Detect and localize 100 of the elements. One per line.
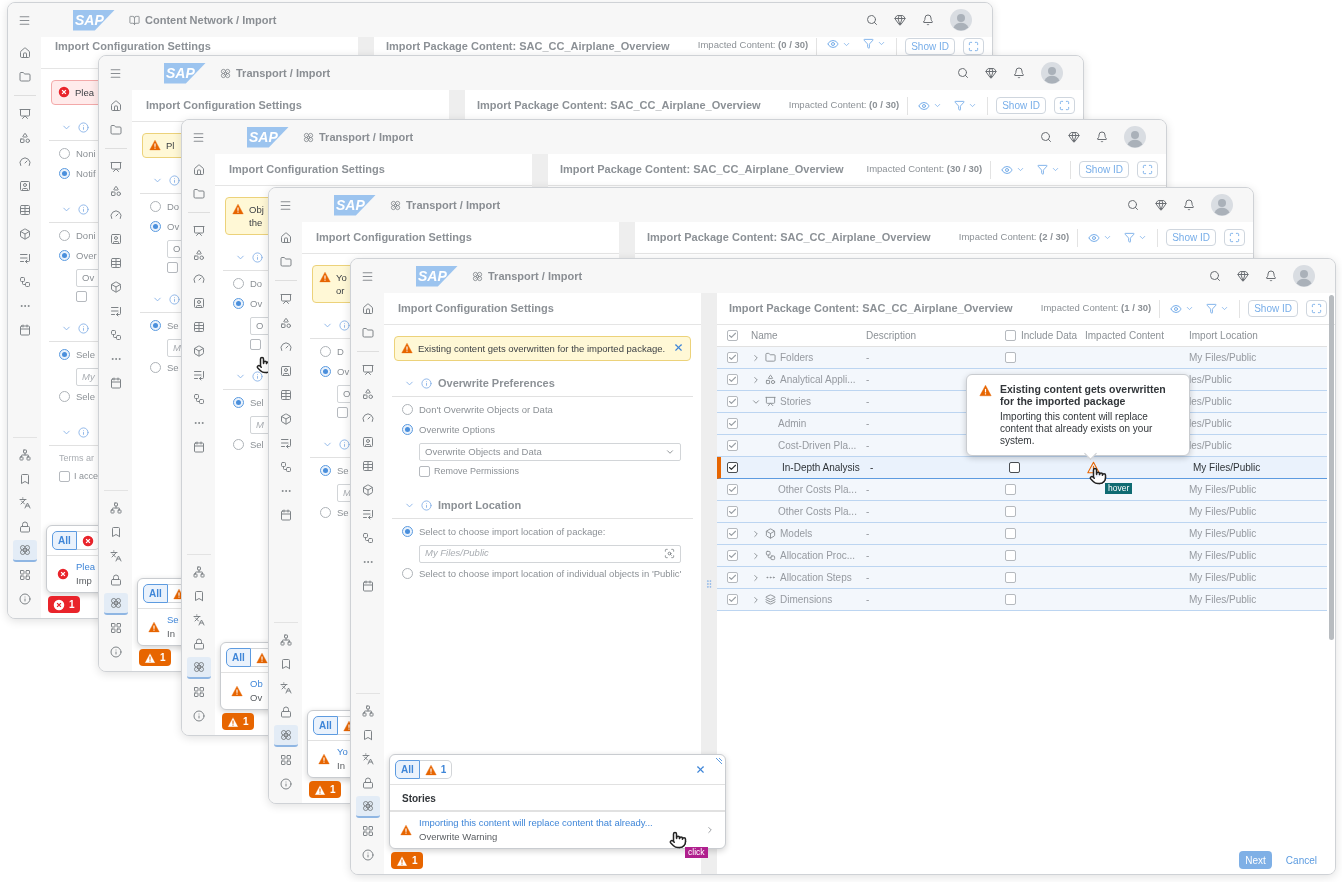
show-id-button[interactable]: Show ID [996, 97, 1046, 114]
name-cell-text: Dimensions [780, 593, 833, 607]
badge-count: 1 [160, 651, 166, 665]
radio-option[interactable]: Select to choose import location of individual objects in 'Public' [402, 566, 682, 583]
table-row[interactable]: Dimensions - My Files/Public [717, 589, 1327, 611]
filter-type-button[interactable]: 1 [419, 760, 453, 779]
description-cell-text: - [866, 417, 871, 431]
breadcrumb[interactable]: Transport / Import [488, 267, 583, 285]
column-header[interactable]: Description [866, 328, 999, 343]
location-cell-text: les/Public [1189, 373, 1233, 387]
panel-title: Import Package Content: SAC_CC_Airplane_Overview [729, 301, 1013, 317]
radio-option[interactable]: Do [150, 200, 180, 216]
description-cell-text: - [870, 461, 875, 475]
name-cell-text: Other Costs Pla... [778, 483, 857, 497]
column-header[interactable]: Include Data [1021, 328, 1078, 343]
panel-title: Import Package Content: SAC_CC_Airplane_Overview [386, 39, 670, 54]
message-count-badge[interactable]: 1 [391, 852, 423, 869]
checkbox-option[interactable]: I acce [59, 469, 98, 483]
checkbox-option[interactable]: Remove Permissions [419, 465, 520, 479]
message-title[interactable]: Plea [76, 560, 95, 574]
radio-option[interactable]: Select to choose import location of package: [402, 524, 606, 541]
show-id-button[interactable]: Show ID [1248, 300, 1298, 317]
radio-option[interactable]: Se [150, 361, 179, 377]
select-field[interactable]: Overwrite Objects and Data [419, 443, 681, 461]
table-row[interactable]: Folders - My Files/Public [717, 347, 1327, 369]
message-title[interactable]: Yo [337, 745, 348, 759]
table-row[interactable]: Allocation Proc... - My Files/Public [717, 545, 1327, 567]
impacted-count: Impacted Content: (0 / 30) [788, 98, 900, 113]
radio-option[interactable]: Se [150, 319, 179, 335]
message-title[interactable]: Ob [250, 677, 263, 691]
table-row[interactable]: Allocation Steps - My Files/Public [717, 567, 1327, 589]
cancel-button[interactable]: Cancel [1279, 851, 1323, 869]
radio-option[interactable]: Do [233, 277, 263, 293]
message-count-badge[interactable]: 1 [48, 596, 80, 613]
radio-option[interactable]: Sel [233, 438, 264, 454]
radio-option[interactable]: Se [320, 464, 349, 480]
impacted-count: Impacted Content: (2 / 30) [958, 230, 1070, 245]
section-title: Overwrite Preferences [438, 376, 555, 392]
message-text: or [336, 284, 345, 297]
description-cell-text: - [866, 505, 871, 519]
location-cell-text: les/Public [1189, 439, 1233, 453]
panel-title: Import Configuration Settings [398, 301, 554, 317]
message-count-badge[interactable]: 1 [309, 781, 341, 798]
location-cell-text: My Files/Public [1189, 483, 1258, 497]
name-cell-text: Stories [780, 395, 812, 409]
column-header[interactable]: Import Location [1189, 328, 1327, 343]
column-header[interactable]: Impacted Content [1081, 328, 1189, 343]
impacted-count: Impacted Content: (1 / 30) [1040, 301, 1152, 316]
filter-all-button[interactable]: All [395, 760, 420, 779]
breadcrumb[interactable]: Transport / Import [236, 64, 331, 82]
table-row[interactable]: In-Depth Analysis - My Files/Public [717, 457, 1327, 479]
location-field[interactable]: My Files/Public [419, 544, 681, 563]
message-subtitle: Ov [250, 691, 263, 705]
name-cell-text: Models [780, 527, 813, 541]
radio-option[interactable]: Over [59, 249, 97, 265]
message-title[interactable]: Se [167, 613, 179, 627]
message-text: the [249, 216, 263, 229]
radio-option[interactable]: Noni [59, 147, 96, 163]
filter-all-button[interactable]: All [226, 648, 251, 667]
radio-option[interactable]: Don't Overwrite Objects or Data [402, 403, 553, 419]
filter-all-button[interactable]: All [313, 716, 338, 735]
show-id-button[interactable]: Show ID [1079, 161, 1129, 178]
show-id-button[interactable]: Show ID [905, 38, 955, 55]
show-id-button[interactable]: Show ID [1166, 229, 1216, 246]
radio-option[interactable]: Sele [59, 348, 95, 364]
breadcrumb[interactable]: Transport / Import [319, 128, 414, 146]
logo: SAP [73, 9, 115, 31]
radio-option[interactable]: Notif [59, 167, 96, 183]
message-title[interactable]: Importing this content will replace content that already... [419, 816, 653, 830]
location-cell-text: My Files/Public [1189, 351, 1258, 365]
table-row[interactable]: Models - My Files/Public [717, 523, 1327, 545]
message-count-badge[interactable]: 1 [139, 649, 171, 666]
filter-all-button[interactable]: All [52, 531, 77, 550]
table-row[interactable]: Other Costs Pla... - My Files/Public [717, 501, 1327, 523]
panel-title: Import Package Content: SAC_CC_Airplane_Overview [647, 230, 931, 246]
radio-option[interactable]: Sel [233, 396, 264, 412]
message-text: Pl [166, 139, 175, 152]
breadcrumb[interactable]: Transport / Import [406, 196, 501, 214]
impacted-count: Impacted Content: (0 / 30) [697, 38, 809, 52]
name-cell-text: Analytical Appli... [780, 373, 856, 387]
radio-option[interactable]: D [320, 345, 344, 361]
impacted-count: Impacted Content: (30 / 30) [866, 162, 983, 177]
message-count-badge[interactable]: 1 [222, 713, 254, 730]
badge-count: 1 [243, 715, 249, 729]
name-cell-text: Allocation Steps [780, 571, 852, 585]
location-cell-text: My Files/Public [1189, 549, 1258, 563]
radio-option[interactable]: Sele [59, 390, 95, 406]
location-cell-text: My Files/Public [1189, 571, 1258, 585]
message-text: Plea [75, 86, 94, 99]
filter-all-button[interactable]: All [143, 584, 168, 603]
location-cell-text: les/Public [1189, 395, 1233, 409]
breadcrumb[interactable]: Content Network / Import [145, 11, 277, 29]
cursor-tag: click [685, 847, 708, 858]
radio-option[interactable]: Ov [150, 220, 180, 236]
radio-option[interactable]: Se [320, 506, 349, 522]
radio-option[interactable]: Doni [59, 229, 96, 245]
radio-option[interactable]: Overwrite Options [402, 423, 496, 439]
column-header[interactable]: Name [747, 328, 866, 343]
radio-option[interactable]: Ov [320, 365, 350, 381]
radio-option[interactable]: Ov [233, 297, 263, 313]
